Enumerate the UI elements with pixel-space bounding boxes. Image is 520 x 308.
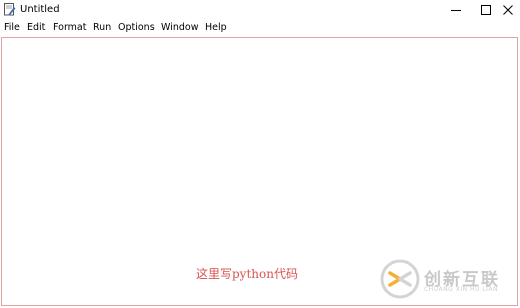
menu-file[interactable]: File [4, 22, 20, 34]
watermark-subtext: CHUANG XIN HU LIAN [424, 286, 499, 293]
annotation-note: 这里写python代码 [196, 267, 298, 281]
close-icon [503, 5, 513, 15]
menu-format[interactable]: Format [53, 22, 86, 34]
idle-editor-window: Untitled File Edit Format Run Options Wi… [0, 0, 520, 308]
close-button[interactable] [496, 0, 520, 20]
idle-app-icon [4, 3, 16, 16]
watermark: 创新互联 CHUANG XIN HU LIAN [380, 259, 518, 301]
menu-run[interactable]: Run [93, 22, 111, 34]
menu-window[interactable]: Window [161, 22, 198, 34]
maximize-icon [481, 5, 491, 15]
menu-bar: File Edit Format Run Options Window Help [0, 20, 520, 36]
watermark-logo-icon [380, 259, 420, 299]
menu-edit[interactable]: Edit [27, 22, 45, 34]
window-title: Untitled [20, 4, 60, 15]
minimize-icon [451, 10, 461, 11]
title-bar[interactable]: Untitled [0, 0, 520, 20]
menu-options[interactable]: Options [118, 22, 155, 34]
menu-help[interactable]: Help [205, 22, 227, 34]
